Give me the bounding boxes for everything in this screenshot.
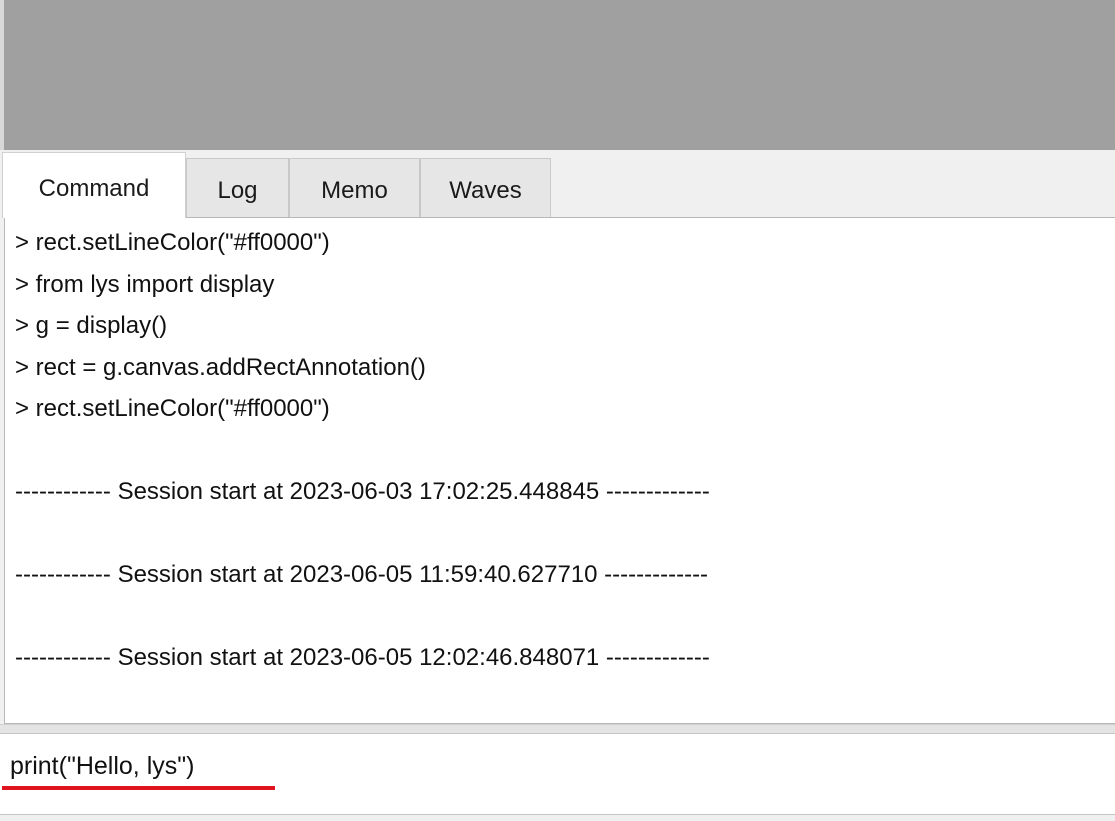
output-line: > rect.setLineColor("#ff0000") bbox=[15, 395, 330, 422]
session-start-line: ------------ Session start at 2023-06-05… bbox=[15, 561, 709, 588]
command-output-panel[interactable]: > rect.setLineColor("#ff0000") > from ly… bbox=[4, 217, 1115, 724]
input-highlight-underline bbox=[2, 786, 275, 790]
command-input-box[interactable] bbox=[0, 733, 1115, 815]
tab-waves[interactable]: Waves bbox=[420, 158, 551, 218]
command-input[interactable] bbox=[10, 752, 1100, 781]
tab-command[interactable]: Command bbox=[2, 152, 186, 218]
panel-splitter[interactable] bbox=[0, 724, 1115, 733]
top-panel-area bbox=[0, 0, 1115, 150]
tab-memo[interactable]: Memo bbox=[289, 158, 420, 218]
output-line: > from lys import display bbox=[15, 270, 275, 298]
output-line: > rect = g.canvas.addRectAnnotation() bbox=[15, 353, 426, 381]
tab-log[interactable]: Log bbox=[186, 158, 289, 218]
output-line: > rect.setLineColor("#ff0000") bbox=[15, 229, 330, 256]
bottom-strip bbox=[0, 815, 1115, 821]
tab-bar: Command Log Memo Waves bbox=[0, 150, 1115, 218]
session-start-line: ------------ Session start at 2023-06-03… bbox=[15, 478, 710, 505]
output-line: > g = display() bbox=[15, 312, 168, 339]
session-start-line: ------------ Session start at 2023-06-05… bbox=[15, 644, 710, 671]
